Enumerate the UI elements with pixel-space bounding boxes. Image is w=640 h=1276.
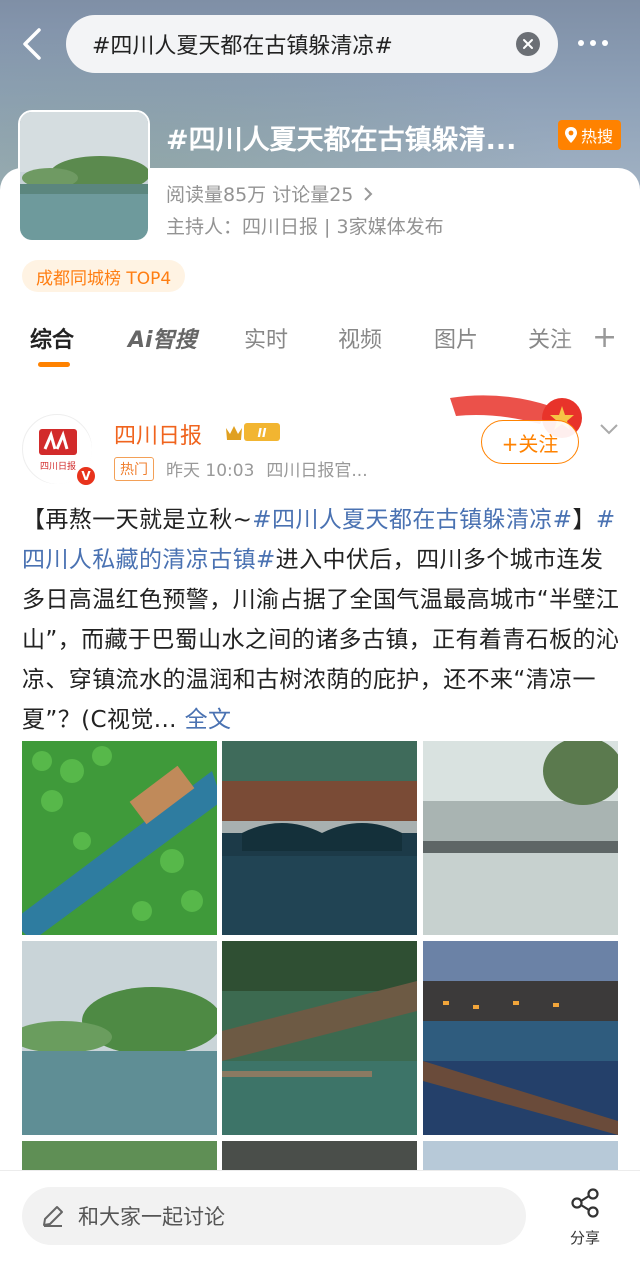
post-text-bracket: 】 — [572, 507, 596, 533]
post-time: 昨天 10:03 — [166, 461, 255, 481]
comment-input[interactable]: 和大家一起讨论 — [22, 1187, 526, 1245]
topic-thumbnail[interactable] — [18, 110, 150, 242]
topic-stats-text: 阅读量85万 讨论量25 — [166, 184, 354, 206]
post-text-prefix: 【再熬一天就是立秋~ — [22, 507, 253, 533]
tab-all[interactable]: 综合 — [30, 322, 74, 354]
trees-image — [22, 1141, 217, 1171]
photo-partial-1[interactable] — [22, 1141, 217, 1171]
chevron-right-icon — [364, 186, 373, 201]
dot-icon — [578, 40, 584, 46]
tab-pictures[interactable]: 图片 — [434, 322, 478, 354]
photo-misty-bridge[interactable] — [423, 741, 618, 935]
chevron-down-icon[interactable] — [598, 422, 620, 436]
back-arrow-icon — [23, 28, 41, 60]
clear-search-button[interactable] — [516, 32, 540, 56]
photo-night-town[interactable] — [423, 941, 618, 1135]
lake-scene-image — [20, 112, 148, 240]
misty-bridge-image — [423, 741, 618, 935]
post-source: 四川日报官... — [266, 461, 368, 481]
avatar-text: 四川日报 — [40, 460, 76, 472]
photo-covered-bridge[interactable] — [222, 741, 417, 935]
tab-realtime[interactable]: 实时 — [244, 322, 288, 354]
hot-search-badge[interactable]: 热搜 — [558, 120, 622, 150]
tab-video[interactable]: 视频 — [338, 322, 382, 354]
author-name[interactable]: 四川日报 — [114, 418, 202, 450]
hot-badge-label: 热搜 — [581, 127, 614, 146]
rooftops-image — [222, 1141, 417, 1171]
dot-icon — [602, 40, 608, 46]
comment-placeholder: 和大家一起讨论 — [78, 1205, 225, 1229]
crown-level-icon: II — [226, 423, 280, 441]
close-icon — [523, 39, 533, 49]
tab-bar: 综合 Ai智搜 实时 视频 图片 关注 + — [0, 308, 640, 372]
post-text: 【再熬一天就是立秋~#四川人夏天都在古镇躲清凉#】#四川人私藏的清凉古镇#进入中… — [22, 500, 620, 740]
topic-stats[interactable]: 阅读量85万 讨论量25 — [166, 180, 373, 207]
top-bar: #四川人夏天都在古镇躲清凉# — [0, 12, 640, 78]
active-tab-indicator — [38, 362, 70, 367]
level-badge-text: II — [258, 426, 267, 440]
photo-wooden-walkway[interactable] — [222, 941, 417, 1135]
post-meta: 热门 昨天 10:03 四川日报官... — [114, 456, 368, 481]
pencil-icon — [43, 1206, 63, 1227]
add-tab-icon[interactable]: + — [592, 320, 617, 355]
topic-title: #四川人夏天都在古镇躲清... — [166, 125, 517, 156]
more-options-button[interactable] — [578, 36, 618, 50]
post-text-body: 进入中伏后，四川多个城市连发多日高温红色预警，川渝占据了全国气温最高城市“半壁江… — [22, 547, 620, 733]
share-icon — [571, 1188, 599, 1218]
dot-icon — [590, 40, 596, 46]
wooden-walkway-image — [222, 941, 417, 1135]
author-avatar[interactable]: 四川日报 V — [22, 414, 97, 487]
bottom-action-bar: 和大家一起讨论 分享 — [0, 1170, 640, 1276]
photo-partial-2[interactable] — [222, 1141, 417, 1171]
green-hills-lake-image — [22, 941, 217, 1135]
back-button[interactable] — [14, 24, 50, 64]
search-query-text: #四川人夏天都在古镇躲清凉# — [92, 34, 393, 59]
topic-host[interactable]: 主持人：四川日报 | 3家媒体发布 — [166, 212, 444, 239]
covered-bridge-image — [222, 741, 417, 935]
full-text-link[interactable]: 全文 — [185, 707, 232, 733]
search-bar[interactable]: #四川人夏天都在古镇躲清凉# — [66, 15, 558, 73]
verified-v-icon: V — [75, 465, 97, 487]
photo-partial-3[interactable] — [423, 1141, 618, 1171]
sky-image — [423, 1141, 618, 1171]
night-town-image — [423, 941, 618, 1135]
share-button[interactable]: 分享 — [562, 1187, 608, 1248]
photo-green-hills-lake[interactable] — [22, 941, 217, 1135]
tab-ai-search[interactable]: Ai智搜 — [128, 322, 197, 354]
photo-lotus-pond[interactable] — [22, 741, 217, 935]
hot-tag: 热门 — [114, 456, 154, 481]
share-label: 分享 — [569, 1229, 600, 1247]
location-pin-icon — [565, 127, 577, 143]
follow-button[interactable]: +关注 — [481, 420, 579, 464]
hashtag-link[interactable]: #四川人夏天都在古镇躲清凉# — [252, 507, 572, 533]
city-rank-tag[interactable]: 成都同城榜 TOP4 — [22, 260, 186, 292]
lotus-pond-image — [22, 741, 217, 935]
